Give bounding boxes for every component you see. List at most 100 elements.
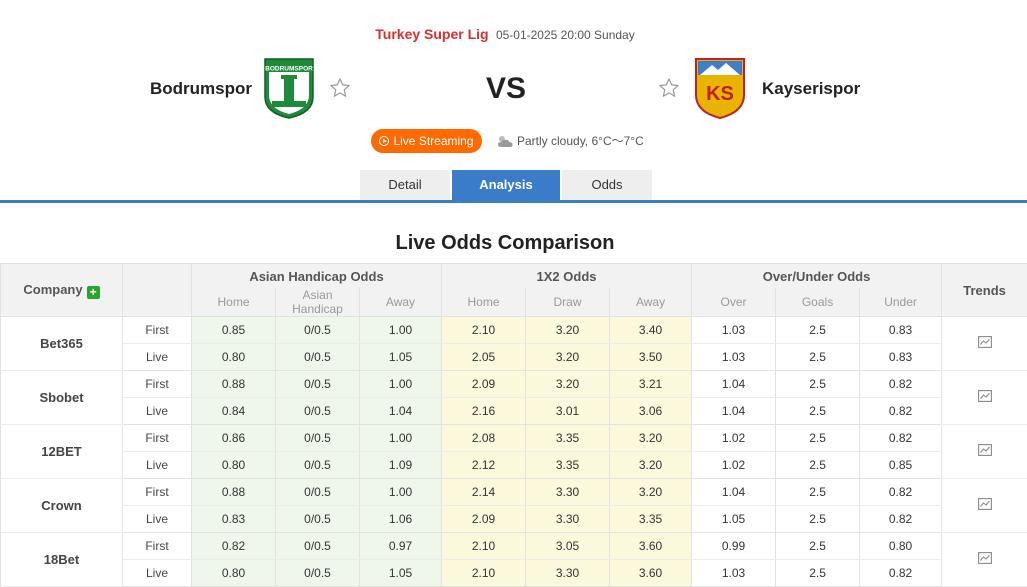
ah-odds-cell[interactable]: 1.00 <box>360 371 442 398</box>
ah-odds-cell[interactable]: 0.84 <box>192 398 276 425</box>
ah-odds-cell[interactable]: 0/0.5 <box>276 533 360 560</box>
ah-odds-cell[interactable]: 1.06 <box>360 506 442 533</box>
ou-odds-cell[interactable]: 0.85 <box>860 452 942 479</box>
x12-odds-cell[interactable]: 2.12 <box>442 452 526 479</box>
ou-odds-cell[interactable]: 1.02 <box>692 425 776 452</box>
add-company-plus-icon[interactable]: + <box>87 286 100 299</box>
x12-odds-cell[interactable]: 2.09 <box>442 506 526 533</box>
ah-odds-cell[interactable]: 1.04 <box>360 398 442 425</box>
ou-odds-cell[interactable]: 2.5 <box>776 425 860 452</box>
ou-odds-cell[interactable]: 0.83 <box>860 344 942 371</box>
ou-odds-cell[interactable]: 1.04 <box>692 371 776 398</box>
trends-cell[interactable] <box>942 371 1027 425</box>
x12-odds-cell[interactable]: 3.20 <box>610 425 692 452</box>
x12-odds-cell[interactable]: 2.08 <box>442 425 526 452</box>
x12-odds-cell[interactable]: 2.16 <box>442 398 526 425</box>
ou-odds-cell[interactable]: 1.03 <box>692 560 776 587</box>
ah-odds-cell[interactable]: 1.00 <box>360 317 442 344</box>
trends-cell[interactable] <box>942 425 1027 479</box>
ah-odds-cell[interactable]: 0.80 <box>192 560 276 587</box>
ou-odds-cell[interactable]: 2.5 <box>776 533 860 560</box>
ah-odds-cell[interactable]: 0.85 <box>192 317 276 344</box>
league-name[interactable]: Turkey Super Lig <box>375 26 488 42</box>
company-name[interactable]: 18Bet <box>1 533 123 587</box>
trends-cell[interactable] <box>942 533 1027 587</box>
x12-odds-cell[interactable]: 3.35 <box>526 452 610 479</box>
ah-odds-cell[interactable]: 0.88 <box>192 371 276 398</box>
home-team-crest[interactable]: BODRUMSPOR <box>263 57 315 119</box>
x12-odds-cell[interactable]: 2.10 <box>442 533 526 560</box>
company-name[interactable]: Bet365 <box>1 317 123 371</box>
ou-odds-cell[interactable]: 1.04 <box>692 398 776 425</box>
trends-cell[interactable] <box>942 479 1027 533</box>
ou-odds-cell[interactable]: 1.03 <box>692 344 776 371</box>
x12-odds-cell[interactable]: 3.20 <box>610 479 692 506</box>
trends-cell[interactable] <box>942 317 1027 371</box>
ah-odds-cell[interactable]: 1.09 <box>360 452 442 479</box>
x12-odds-cell[interactable]: 2.10 <box>442 560 526 587</box>
x12-odds-cell[interactable]: 2.14 <box>442 479 526 506</box>
tab-odds[interactable]: Odds <box>562 170 652 200</box>
ou-odds-cell[interactable]: 0.82 <box>860 425 942 452</box>
x12-odds-cell[interactable]: 3.35 <box>526 425 610 452</box>
home-team-name[interactable]: Bodrumspor <box>150 79 252 99</box>
ah-odds-cell[interactable]: 0.80 <box>192 344 276 371</box>
ah-odds-cell[interactable]: 0/0.5 <box>276 371 360 398</box>
x12-odds-cell[interactable]: 3.06 <box>610 398 692 425</box>
favorite-away-star-icon[interactable] <box>658 77 680 99</box>
ah-odds-cell[interactable]: 0.83 <box>192 506 276 533</box>
ah-odds-cell[interactable]: 0/0.5 <box>276 344 360 371</box>
ou-odds-cell[interactable]: 2.5 <box>776 398 860 425</box>
ah-odds-cell[interactable]: 0/0.5 <box>276 317 360 344</box>
ou-odds-cell[interactable]: 2.5 <box>776 452 860 479</box>
tab-analysis[interactable]: Analysis <box>452 170 560 200</box>
tab-detail[interactable]: Detail <box>360 170 450 200</box>
away-team-name[interactable]: Kayserispor <box>762 79 860 99</box>
x12-odds-cell[interactable]: 2.09 <box>442 371 526 398</box>
away-team-crest[interactable]: KS <box>694 57 746 119</box>
ah-odds-cell[interactable]: 0.97 <box>360 533 442 560</box>
ou-odds-cell[interactable]: 2.5 <box>776 479 860 506</box>
x12-odds-cell[interactable]: 3.30 <box>526 479 610 506</box>
ou-odds-cell[interactable]: 1.05 <box>692 506 776 533</box>
ou-odds-cell[interactable]: 0.80 <box>860 533 942 560</box>
x12-odds-cell[interactable]: 3.21 <box>610 371 692 398</box>
ah-odds-cell[interactable]: 1.00 <box>360 425 442 452</box>
ah-odds-cell[interactable]: 0.86 <box>192 425 276 452</box>
x12-odds-cell[interactable]: 3.60 <box>610 560 692 587</box>
ou-odds-cell[interactable]: 2.5 <box>776 344 860 371</box>
ou-odds-cell[interactable]: 1.04 <box>692 479 776 506</box>
x12-odds-cell[interactable]: 3.40 <box>610 317 692 344</box>
ah-odds-cell[interactable]: 0/0.5 <box>276 425 360 452</box>
ou-odds-cell[interactable]: 2.5 <box>776 317 860 344</box>
live-streaming-button[interactable]: Live Streaming <box>371 129 482 153</box>
x12-odds-cell[interactable]: 3.01 <box>526 398 610 425</box>
favorite-home-star-icon[interactable] <box>329 77 351 99</box>
ah-odds-cell[interactable]: 1.05 <box>360 560 442 587</box>
ah-odds-cell[interactable]: 0/0.5 <box>276 398 360 425</box>
ah-odds-cell[interactable]: 0/0.5 <box>276 560 360 587</box>
x12-odds-cell[interactable]: 3.60 <box>610 533 692 560</box>
ou-odds-cell[interactable]: 0.82 <box>860 479 942 506</box>
x12-odds-cell[interactable]: 3.30 <box>526 560 610 587</box>
x12-odds-cell[interactable]: 2.10 <box>442 317 526 344</box>
x12-odds-cell[interactable]: 3.50 <box>610 344 692 371</box>
ou-odds-cell[interactable]: 2.5 <box>776 371 860 398</box>
ou-odds-cell[interactable]: 1.03 <box>692 317 776 344</box>
x12-odds-cell[interactable]: 3.30 <box>526 506 610 533</box>
ou-odds-cell[interactable]: 2.5 <box>776 506 860 533</box>
company-name[interactable]: Sbobet <box>1 371 123 425</box>
ah-odds-cell[interactable]: 1.05 <box>360 344 442 371</box>
x12-odds-cell[interactable]: 3.20 <box>610 452 692 479</box>
ah-odds-cell[interactable]: 1.00 <box>360 479 442 506</box>
ah-odds-cell[interactable]: 0/0.5 <box>276 506 360 533</box>
ah-odds-cell[interactable]: 0.80 <box>192 452 276 479</box>
x12-odds-cell[interactable]: 3.20 <box>526 371 610 398</box>
ah-odds-cell[interactable]: 0/0.5 <box>276 452 360 479</box>
ou-odds-cell[interactable]: 0.83 <box>860 317 942 344</box>
ou-odds-cell[interactable]: 2.5 <box>776 560 860 587</box>
company-name[interactable]: 12BET <box>1 425 123 479</box>
ah-odds-cell[interactable]: 0.82 <box>192 533 276 560</box>
x12-odds-cell[interactable]: 3.20 <box>526 344 610 371</box>
ou-odds-cell[interactable]: 0.99 <box>692 533 776 560</box>
